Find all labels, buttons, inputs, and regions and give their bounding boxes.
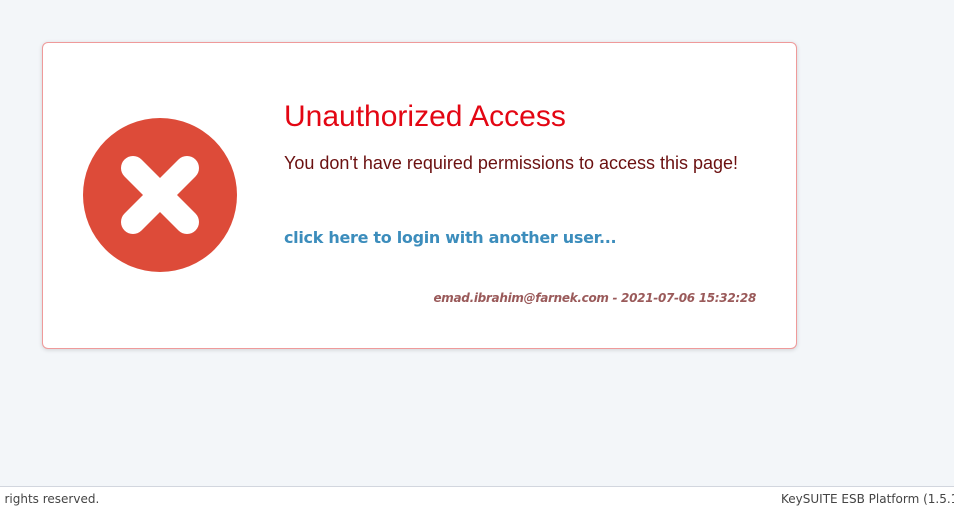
- error-message: You don't have required permissions to a…: [284, 153, 739, 173]
- error-title: Unauthorized Access: [284, 100, 566, 133]
- error-x-circle-icon: [83, 118, 237, 272]
- page: Unauthorized Access You don't have requi…: [0, 0, 954, 510]
- user-timestamp-info: emad.ibrahim@farnek.com - 2021-07-06 15:…: [433, 291, 756, 305]
- login-another-user-link[interactable]: click here to login with another user...: [284, 228, 617, 247]
- error-card: Unauthorized Access You don't have requi…: [42, 42, 797, 349]
- footer: ll rights reserved. KeySUITE ESB Platfor…: [0, 486, 954, 510]
- footer-platform-version: KeySUITE ESB Platform (1.5.1: [781, 492, 954, 506]
- footer-copyright: ll rights reserved.: [0, 492, 100, 506]
